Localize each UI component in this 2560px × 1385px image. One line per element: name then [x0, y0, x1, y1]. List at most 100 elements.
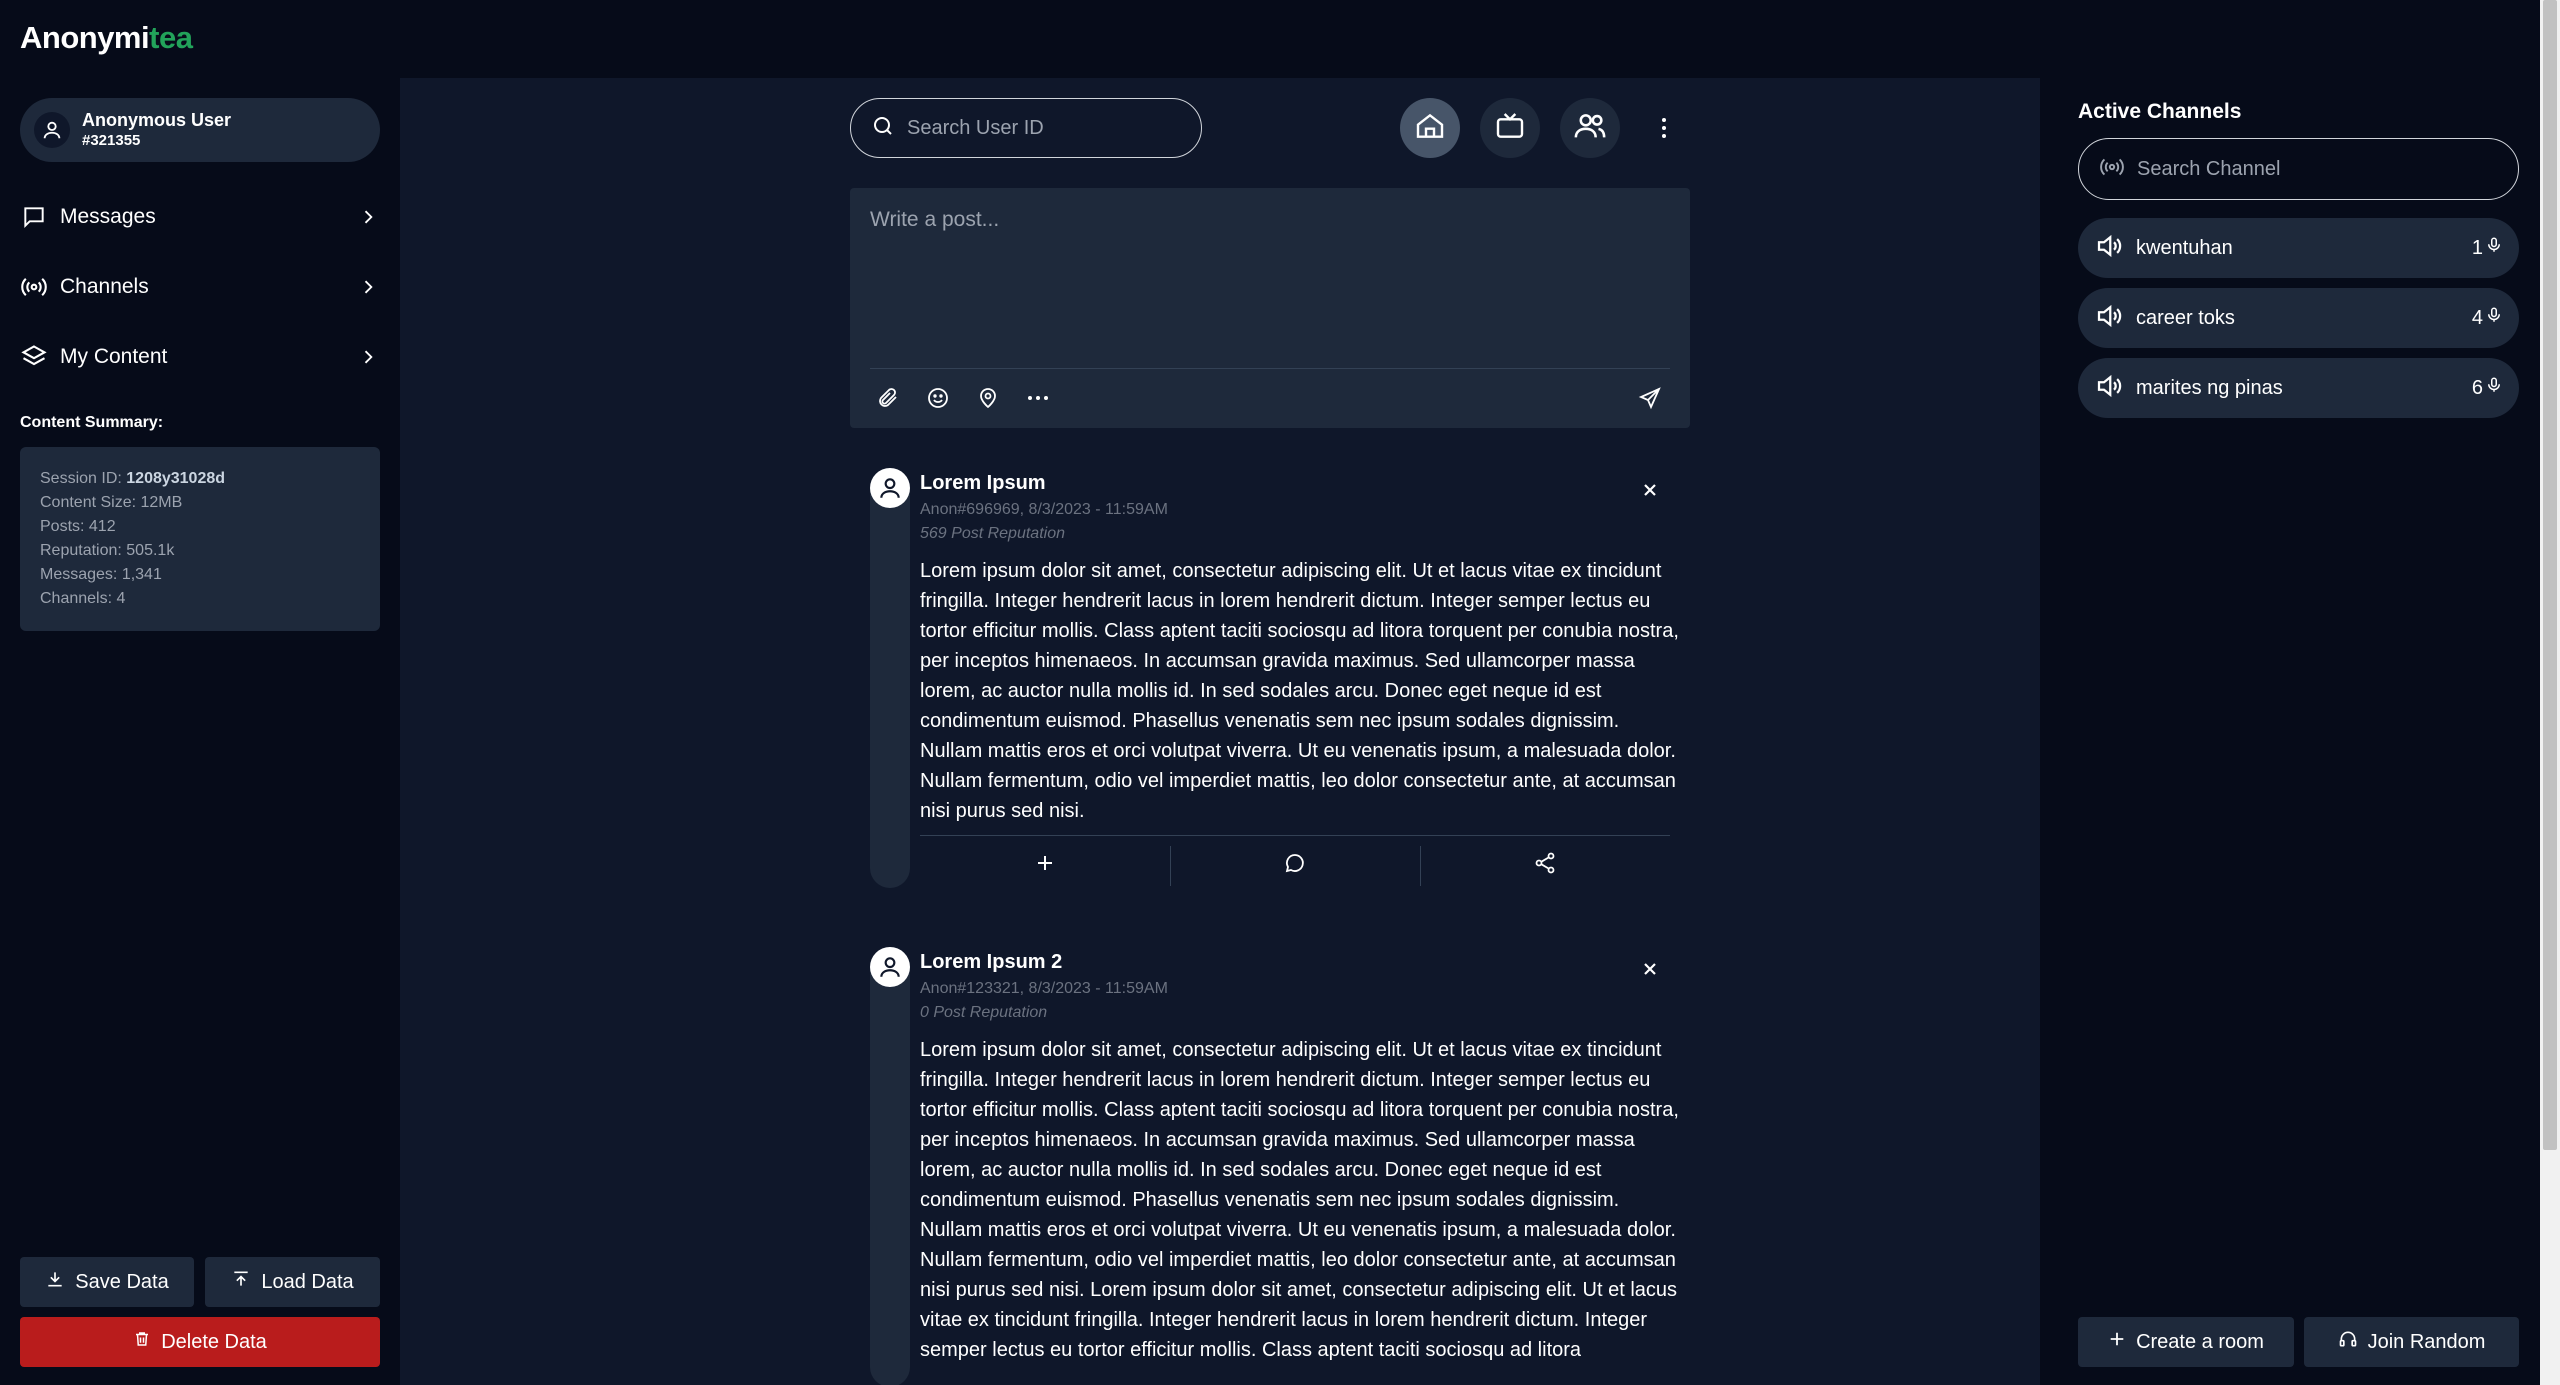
- headphones-icon: [2338, 1329, 2358, 1355]
- messages-row: Messages: 1,341: [40, 566, 162, 583]
- create-room-label: Create a room: [2136, 1330, 2264, 1353]
- channel-item[interactable]: kwentuhan 1: [2078, 218, 2519, 278]
- message-square-icon: [20, 203, 48, 231]
- more-horizontal-icon[interactable]: [1024, 384, 1052, 412]
- post-rail: [870, 947, 910, 1385]
- users-button[interactable]: [1560, 98, 1620, 158]
- create-room-button[interactable]: Create a room: [2078, 1317, 2294, 1367]
- page-scrollbar[interactable]: [2540, 0, 2560, 1385]
- user-avatar-icon: [34, 112, 70, 148]
- post-meta: Anon#123321, 8/3/2023 - 11:59AM: [920, 980, 1168, 997]
- post-reputation: 569 Post Reputation: [920, 525, 1065, 542]
- home-button[interactable]: [1400, 98, 1460, 158]
- post-meta: Anon#696969, 8/3/2023 - 11:59AM: [920, 501, 1168, 518]
- content-summary-title: Content Summary:: [20, 414, 164, 431]
- save-data-button[interactable]: Save Data: [20, 1257, 194, 1307]
- nav-item-my-content[interactable]: My Content: [20, 337, 380, 377]
- delete-data-button[interactable]: Delete Data: [20, 1317, 380, 1367]
- attach-icon[interactable]: [874, 384, 902, 412]
- search-user-box[interactable]: [850, 98, 1202, 158]
- user-avatar-icon[interactable]: [870, 468, 910, 508]
- broadcast-icon: [2099, 154, 2125, 185]
- scrollbar-thumb[interactable]: [2543, 0, 2557, 1150]
- post-card: Lorem Ipsum Anon#696969, 8/3/2023 - 11:5…: [870, 468, 1679, 898]
- channel-count: 1: [2472, 234, 2503, 262]
- comment-icon: [1283, 851, 1307, 880]
- logo-text: Anonymi: [20, 20, 150, 55]
- plus-icon: [1035, 853, 1055, 878]
- microphone-icon: [2485, 374, 2503, 402]
- chevron-right-icon: [356, 275, 380, 299]
- content-summary-box: Session ID: 1208y31028d Content Size: 12…: [20, 447, 380, 631]
- send-icon[interactable]: [1636, 384, 1664, 412]
- speaker-icon: [2094, 231, 2124, 266]
- user-profile-pill[interactable]: Anonymous User #321355: [20, 98, 380, 162]
- content-size-row: Content Size: 12MB: [40, 494, 183, 511]
- channel-name: kwentuhan: [2136, 236, 2233, 259]
- search-user-input[interactable]: [907, 116, 1167, 140]
- share-button[interactable]: [1420, 836, 1670, 895]
- share-icon: [1533, 851, 1557, 880]
- location-pin-icon[interactable]: [974, 384, 1002, 412]
- channels-row: Channels: 4: [40, 590, 126, 607]
- nav-item-channels[interactable]: Channels: [20, 267, 380, 307]
- search-icon: [871, 114, 895, 143]
- app-logo[interactable]: Anonymitea: [20, 20, 193, 56]
- comment-button[interactable]: [1170, 836, 1420, 895]
- microphone-icon: [2485, 304, 2503, 332]
- user-avatar-icon[interactable]: [870, 947, 910, 987]
- composer-divider: [870, 368, 1670, 369]
- broadcast-icon: [20, 273, 48, 301]
- user-name: Anonymous User: [82, 110, 232, 131]
- channel-count: 6: [2472, 374, 2503, 402]
- microphone-icon: [2485, 234, 2503, 262]
- post-body: Lorem ipsum dolor sit amet, consectetur …: [920, 1039, 1679, 1361]
- layers-icon: [20, 343, 48, 371]
- trash-icon: [133, 1330, 151, 1354]
- channel-item[interactable]: marites ng pinas 6: [2078, 358, 2519, 418]
- post-title: Lorem Ipsum 2: [920, 951, 1063, 973]
- search-channel-box[interactable]: [2078, 138, 2519, 200]
- emoji-icon[interactable]: [924, 384, 952, 412]
- right-sidebar: Active Channels kwentuhan 1 career toks …: [2040, 78, 2540, 1385]
- posts-row: Posts: 412: [40, 518, 116, 535]
- post-input[interactable]: [850, 188, 1690, 358]
- session-id-value: 1208y31028d: [126, 470, 226, 487]
- home-icon: [1414, 110, 1446, 147]
- nav-label-messages: Messages: [60, 205, 156, 228]
- join-random-label: Join Random: [2367, 1330, 2486, 1353]
- post-body: Lorem ipsum dolor sit amet, consectetur …: [920, 560, 1679, 822]
- left-sidebar: Anonymous User #321355 Messages Channels…: [0, 78, 400, 1385]
- main-feed: Lorem Ipsum Anon#696969, 8/3/2023 - 11:5…: [400, 78, 2040, 1385]
- user-id: #321355: [82, 131, 141, 149]
- delete-data-label: Delete Data: [161, 1330, 267, 1353]
- tv-button[interactable]: [1480, 98, 1540, 158]
- upvote-button[interactable]: [920, 836, 1170, 895]
- logo-accent-text: tea: [149, 20, 193, 55]
- load-data-button[interactable]: Load Data: [205, 1257, 380, 1307]
- users-icon: [1573, 109, 1607, 148]
- post-actions: [920, 835, 1670, 895]
- channel-count: 4: [2472, 304, 2503, 332]
- post-reputation: 0 Post Reputation: [920, 1004, 1048, 1021]
- download-icon: [45, 1269, 65, 1295]
- reputation-row: Reputation: 505.1k: [40, 542, 175, 559]
- speaker-icon: [2094, 371, 2124, 406]
- close-icon[interactable]: [1636, 955, 1664, 983]
- channel-item[interactable]: career toks 4: [2078, 288, 2519, 348]
- more-options-icon[interactable]: [1650, 114, 1678, 142]
- join-random-button[interactable]: Join Random: [2304, 1317, 2519, 1367]
- search-channel-input[interactable]: [2137, 157, 2497, 181]
- tv-icon: [1494, 110, 1526, 147]
- nav-item-messages[interactable]: Messages: [20, 197, 380, 237]
- nav-label-channels: Channels: [60, 275, 149, 298]
- load-data-label: Load Data: [261, 1270, 354, 1293]
- upload-icon: [231, 1269, 251, 1295]
- close-icon[interactable]: [1636, 476, 1664, 504]
- top-bar: Anonymitea: [0, 0, 2540, 78]
- channel-name: career toks: [2136, 306, 2235, 329]
- plus-icon: [2108, 1330, 2126, 1354]
- chevron-right-icon: [356, 345, 380, 369]
- active-channels-title: Active Channels: [2078, 100, 2242, 123]
- post-composer: [850, 188, 1690, 428]
